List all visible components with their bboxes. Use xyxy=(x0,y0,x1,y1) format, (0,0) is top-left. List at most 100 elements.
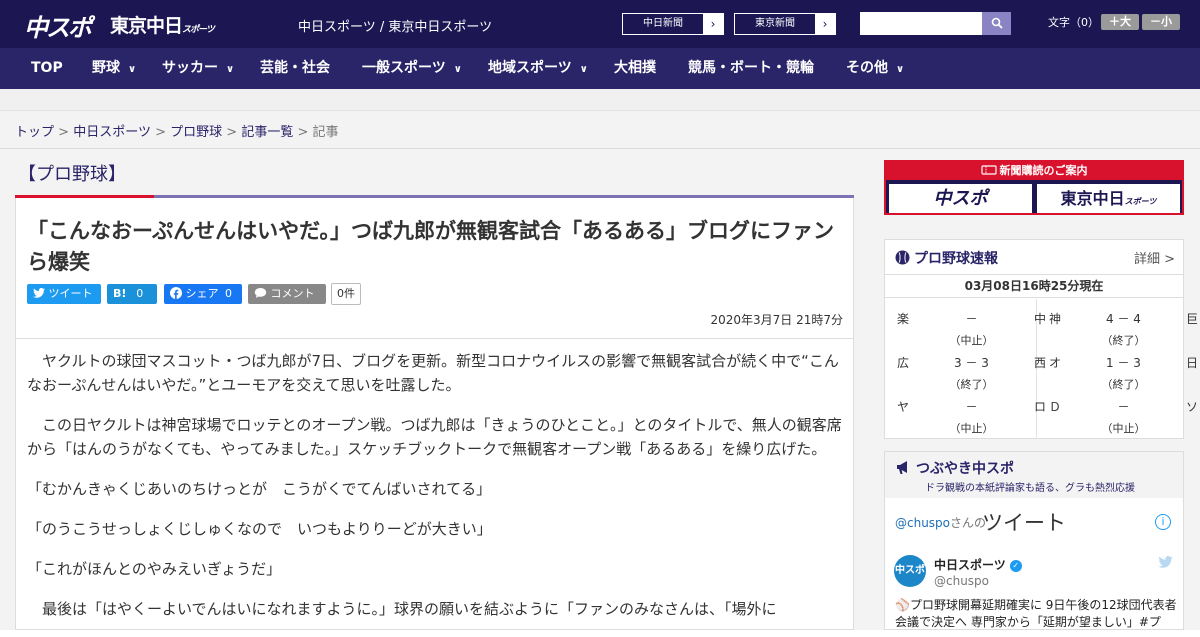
tweet-share-button[interactable]: ツイート xyxy=(27,284,101,304)
comment-button[interactable]: コメント xyxy=(248,284,326,304)
nav-label: 大相撲 xyxy=(614,60,656,76)
nav-item-local-sports[interactable]: 地域スポーツ ∨ xyxy=(488,48,588,89)
subscription-banner[interactable]: 新聞購読のご案内 中スポ 東京中日スポーツ xyxy=(884,160,1184,215)
avatar[interactable]: 中スポ xyxy=(894,555,926,587)
breadcrumb-separator: > xyxy=(226,125,238,140)
twitter-bird-icon[interactable] xyxy=(1158,556,1173,572)
chevron-down-icon: ∨ xyxy=(226,64,235,75)
twitter-handle-link[interactable]: @chuspoさんの xyxy=(895,514,986,531)
score: 3 － 3 xyxy=(954,356,989,370)
nav-item-baseball[interactable]: 野球 ∨ xyxy=(92,48,136,89)
tweet-text[interactable]: ⚾プロ野球開幕延期確実に 9日午後の12球団代表者会議で決定へ 専門家から「延期… xyxy=(895,597,1180,631)
score: 1 － 3 xyxy=(1106,356,1141,370)
tokyo-logo-text: 東京中日 xyxy=(110,15,183,37)
twitter-widget-subtitle: ドラ観戦の本紙評論家も語る、グラも熱烈応援 xyxy=(925,483,1135,494)
banner-tokyo-logo: 東京中日スポーツ xyxy=(1037,184,1180,213)
breadcrumb-chunichi-sports[interactable]: 中日スポーツ xyxy=(73,125,151,140)
search-button[interactable] xyxy=(982,12,1011,35)
scoreboard-detail-link[interactable]: 詳細 > xyxy=(1134,248,1175,267)
chunichi-shimbun-label: 中日新聞 xyxy=(643,18,683,29)
game-score[interactable]: Ｄ － ソ （中止） xyxy=(1049,390,1198,435)
tweet-label: ツイート xyxy=(48,287,93,300)
nav-label: その他 xyxy=(846,60,888,76)
twitter-handle-suffix: さんの xyxy=(950,516,987,530)
article-body: ヤクルトの球団マスコット・つば九郎が7日、ブログを更新。新型コロナウイルスの影響… xyxy=(27,349,847,637)
tweet-account-name[interactable]: 中日スポーツ ✓ xyxy=(934,556,1022,573)
scoreboard-timestamp: 03月08日16時25分現在 xyxy=(885,274,1183,298)
comment-count[interactable]: 0件 xyxy=(331,283,361,305)
twitter-widget-title: つぶやき中スポ xyxy=(895,458,1014,478)
article-paragraph: この日ヤクルトは神宮球場でロッテとのオープン戦。つば九郎は「きょうのひとこと。」… xyxy=(27,416,842,458)
article-paragraph: ヤクルトの球団マスコット・つば九郎が7日、ブログを更新。新型コロナウイルスの影響… xyxy=(27,352,839,394)
nav-label: 競馬・ボート・競輪 xyxy=(688,60,814,76)
breadcrumb-article-list[interactable]: 記事一覧 xyxy=(241,125,293,140)
info-icon[interactable]: i xyxy=(1155,514,1171,530)
site-header: 中スポ 東京中日スポーツ 中日スポーツ / 東京中日スポーツ 中日新聞 › 東京… xyxy=(0,0,1200,48)
search-input[interactable] xyxy=(860,12,982,35)
chevron-down-icon: ∨ xyxy=(896,64,905,75)
hatena-count: 0 xyxy=(136,287,144,300)
nav-label: TOP xyxy=(31,60,63,76)
scoreboard-title-text: プロ野球速報 xyxy=(914,251,998,267)
breadcrumb-bar: トップ > 中日スポーツ > プロ野球 > 記事一覧 > 記事 xyxy=(0,111,1200,149)
nav-item-others[interactable]: その他 ∨ xyxy=(846,48,904,89)
twitter-widget: つぶやき中スポ ドラ観戦の本紙評論家も語る、グラも熱烈応援 @chuspoさんの… xyxy=(884,451,1184,630)
banner-tokyo-logo-small: スポーツ xyxy=(1124,197,1157,206)
score: － xyxy=(1117,400,1130,414)
away-team: ソ xyxy=(1185,400,1198,414)
twitter-bird-icon xyxy=(33,288,45,298)
baseball-icon xyxy=(895,250,910,265)
nav-item-racing[interactable]: 競馬・ボート・競輪 xyxy=(688,48,814,89)
game-score[interactable]: 神 4 － 4 巨 （終了） xyxy=(1049,302,1198,347)
nav-item-top[interactable]: TOP xyxy=(31,48,63,89)
game-score[interactable]: 楽 － 中 （中止） xyxy=(897,302,1046,347)
nav-item-entertainment[interactable]: 芸能・社会 xyxy=(260,48,330,89)
megaphone-icon xyxy=(897,461,907,474)
comment-icon xyxy=(254,288,267,298)
account-name-text: 中日スポーツ xyxy=(934,558,1006,572)
hatena-bookmark-icon: B! xyxy=(113,287,127,300)
nav-label: 芸能・社会 xyxy=(260,60,330,76)
game-score[interactable]: ヤ － ロ （中止） xyxy=(897,390,1046,435)
tokyo-shimbun-link[interactable]: 東京新聞 › xyxy=(734,13,836,35)
font-size-large-button[interactable]: ＋大 xyxy=(1101,14,1139,30)
nav-label: 一般スポーツ xyxy=(362,60,446,76)
font-size-small-button[interactable]: －小 xyxy=(1142,14,1180,30)
facebook-share-button[interactable]: シェア 0 xyxy=(164,284,242,304)
game-score[interactable]: オ 1 － 3 日 （終了） xyxy=(1049,346,1198,391)
pro-baseball-scoreboard: プロ野球速報 詳細 > 03月08日16時25分現在 楽 － 中 （中止） 神 … xyxy=(884,239,1198,439)
breadcrumb-top[interactable]: トップ xyxy=(15,125,54,140)
nav-item-general-sports[interactable]: 一般スポーツ ∨ xyxy=(362,48,462,89)
scoreboard-title: プロ野球速報 xyxy=(895,248,998,268)
nav-label: 野球 xyxy=(92,60,120,76)
away-team: 巨 xyxy=(1185,312,1198,326)
nav-item-sumo[interactable]: 大相撲 xyxy=(614,48,656,89)
away-team: ロ xyxy=(1033,400,1046,414)
chunichi-shimbun-link[interactable]: 中日新聞 › xyxy=(622,13,724,35)
tweet-account-handle[interactable]: @chuspo xyxy=(934,574,989,588)
search-icon xyxy=(991,17,1003,29)
article-date: 2020年3月7日 21時7分 xyxy=(710,313,843,327)
verified-badge-icon: ✓ xyxy=(1009,559,1022,572)
game-score[interactable]: 広 3 － 3 西 （終了） xyxy=(897,346,1046,391)
subscription-banner-title: 新聞購読のご案内 xyxy=(886,162,1182,180)
chevron-down-icon: ∨ xyxy=(579,64,588,75)
breadcrumb-current: 記事 xyxy=(312,125,339,140)
ticket-icon xyxy=(980,165,997,175)
breadcrumb: トップ > 中日スポーツ > プロ野球 > 記事一覧 > 記事 xyxy=(15,121,339,140)
twitter-handle: @chuspo xyxy=(895,516,951,530)
site-title: 中日スポーツ / 東京中日スポーツ xyxy=(298,20,493,35)
tweets-label: ツイート xyxy=(982,511,1066,535)
sub-nav-band xyxy=(0,89,1200,111)
article-paragraph: 「むかんきゃくじあいのちけっとが こうがくでてんばいされてる」 xyxy=(27,480,492,498)
facebook-count: 0 xyxy=(225,287,232,300)
article-divider xyxy=(16,338,853,339)
chuspo-logo[interactable]: 中スポ xyxy=(24,8,92,43)
tokyo-chunichi-logo[interactable]: 東京中日スポーツ xyxy=(110,11,215,38)
hatena-bookmark-button[interactable]: B! 0 xyxy=(107,284,157,304)
subscription-title-text: 新聞購読のご案内 xyxy=(999,164,1088,177)
chevron-right-icon: › xyxy=(703,14,723,34)
breadcrumb-pro-baseball[interactable]: プロ野球 xyxy=(170,125,222,140)
chevron-right-icon: › xyxy=(815,14,835,34)
nav-item-soccer[interactable]: サッカー ∨ xyxy=(162,48,234,89)
